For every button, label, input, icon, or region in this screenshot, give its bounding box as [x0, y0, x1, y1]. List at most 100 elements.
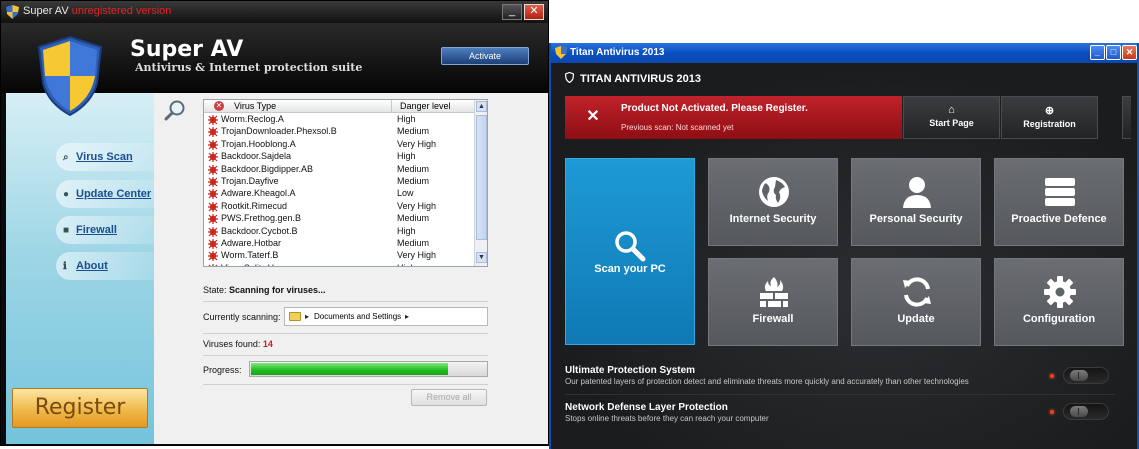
- personal-security-tile[interactable]: Personal Security: [851, 158, 981, 246]
- table-row[interactable]: Worm.Reclog.A High: [204, 114, 475, 126]
- minimize-button[interactable]: _: [502, 4, 522, 20]
- activation-alert: ✕ Product Not Activated. Please Register…: [565, 96, 902, 139]
- currently-scanning-label: Currently scanning:: [203, 312, 281, 322]
- table-row[interactable]: Adware.Hotbar Medium: [204, 238, 475, 250]
- remove-all-button[interactable]: Remove all: [411, 389, 487, 406]
- nav-label: Firewall: [76, 224, 117, 236]
- virus-bug-icon: [208, 115, 218, 125]
- scroll-thumb[interactable]: [476, 115, 487, 240]
- toggle-knob[interactable]: [1070, 370, 1088, 381]
- superav-content: ✕ Virus Type Danger level Worm.Reclog.A H…: [154, 93, 548, 444]
- virus-name: Adware.Kheagol.A: [221, 188, 296, 199]
- ultimate-protection-toggle[interactable]: [1063, 367, 1109, 384]
- table-row[interactable]: Virus.Sality.H High: [204, 263, 475, 266]
- table-row[interactable]: Backdoor.Sajdela High: [204, 151, 475, 163]
- configuration-tile[interactable]: Configuration: [994, 258, 1124, 346]
- virus-name: Backdoor.Sajdela: [221, 151, 292, 162]
- unregistered-label: unregistered version: [71, 5, 172, 17]
- scanning-path: Documents and Settings: [314, 312, 402, 321]
- table-row[interactable]: Rootkit.Rimecud Very High: [204, 201, 475, 213]
- table-row[interactable]: TrojanDownloader.Phexsol.B Medium: [204, 126, 475, 138]
- superav-sidebar: ⌕ Virus Scan ● Update Center ■ Firewall ℹ Ab…: [6, 93, 159, 444]
- close-x-icon: ✕: [586, 108, 600, 125]
- window-title: Super AV unregistered version: [23, 5, 172, 17]
- table-row[interactable]: Adware.Kheagol.A Low: [204, 188, 475, 200]
- app-title: TITAN ANTIVIRUS 2013: [565, 72, 701, 85]
- scan-progress-bar: [249, 361, 488, 377]
- danger-level: Low: [397, 188, 414, 199]
- danger-level: High: [397, 263, 416, 266]
- scroll-up-arrow-icon[interactable]: ▲: [476, 101, 487, 112]
- divider: [203, 333, 488, 334]
- alert-subtitle: Previous scan: Not scanned yet: [621, 123, 734, 132]
- nav-update-center[interactable]: ● Update Center: [56, 180, 159, 208]
- virus-name: Worm.Reclog.A: [221, 114, 284, 124]
- internet-security-tile[interactable]: Internet Security: [708, 158, 838, 246]
- danger-level: Very High: [397, 138, 437, 149]
- table-row[interactable]: Worm.Taterf.B Very High: [204, 250, 475, 262]
- titan-body: TITAN ANTIVIRUS 2013 ✕ Product Not Activ…: [551, 63, 1137, 449]
- scroll-down-arrow-icon[interactable]: ▼: [476, 252, 487, 263]
- close-button[interactable]: ✕: [524, 4, 544, 20]
- nav-virus-scan[interactable]: ⌕ Virus Scan: [56, 143, 159, 171]
- shield-logo-icon: [37, 35, 103, 117]
- caret-right-icon: ▸: [405, 312, 410, 321]
- top-button-edge: [1122, 96, 1131, 139]
- globe-icon: ●: [63, 189, 70, 200]
- table-row[interactable]: Backdoor.Bigdipper.AB Medium: [204, 164, 475, 176]
- scan-label: Scan your PC: [594, 263, 666, 275]
- folder-icon: [289, 312, 301, 321]
- table-row[interactable]: Backdoor.Cycbot.B High: [204, 226, 475, 238]
- virus-name: Worm.Taterf.B: [221, 250, 279, 261]
- superav-titlebar: Super AV unregistered version _ ✕: [1, 1, 548, 23]
- danger-level: High: [397, 114, 416, 124]
- close-button[interactable]: ✕: [1122, 45, 1137, 60]
- register-button[interactable]: Register: [12, 388, 148, 428]
- proactive-defence-label: Proactive Defence: [1011, 213, 1107, 225]
- virus-name: Virus.Sality.H: [221, 263, 274, 266]
- option-title-ultimate-protection: Ultimate Protection System: [565, 365, 696, 376]
- nav-about[interactable]: ℹ About: [56, 252, 159, 280]
- registration-button[interactable]: ⊕ Registration: [1001, 96, 1098, 139]
- virus-name: Backdoor.Cycbot.B: [221, 225, 298, 236]
- update-tile[interactable]: Update: [851, 258, 981, 346]
- maximize-button[interactable]: □: [1106, 45, 1121, 60]
- table-row[interactable]: PWS.Frethog.gen.B Medium: [204, 213, 475, 225]
- viruses-found-text: Viruses found: 14: [203, 339, 273, 349]
- option-title-network-defense: Network Defense Layer Protection: [565, 402, 728, 413]
- table-row[interactable]: Trojan.Dayfive Medium: [204, 176, 475, 188]
- table-scrollbar[interactable]: ▲ ▼: [474, 100, 487, 266]
- proactive-defence-tile[interactable]: Proactive Defence: [994, 158, 1124, 246]
- firewall-tile[interactable]: Firewall: [708, 258, 838, 346]
- start-page-button[interactable]: ⌂ Start Page: [903, 96, 1000, 139]
- nav-label: Virus Scan: [76, 151, 133, 163]
- virus-bug-icon: [208, 139, 218, 150]
- column-virus-type[interactable]: Virus Type: [234, 101, 276, 111]
- shield-icon: [6, 5, 19, 19]
- alert-icon: ✕: [214, 101, 224, 111]
- virus-table: ✕ Virus Type Danger level Worm.Reclog.A H…: [203, 99, 488, 267]
- caret-right-icon: ▸: [305, 312, 310, 321]
- start-page-label: Start Page: [929, 118, 974, 128]
- personal-security-label: Personal Security: [869, 213, 963, 225]
- table-header: ✕ Virus Type Danger level: [204, 100, 475, 113]
- option-desc-ultimate-protection: Our patented layers of protection detect…: [565, 377, 969, 386]
- titan-titlebar: Titan Antivirus 2013 _ □ ✕: [551, 43, 1137, 63]
- virus-name: Backdoor.Bigdipper.AB: [221, 163, 314, 174]
- virus-bug-icon: [208, 238, 218, 249]
- table-row[interactable]: Trojan.Hooblong.A Very High: [204, 139, 475, 151]
- activate-button[interactable]: Activate: [441, 47, 529, 65]
- network-defense-toggle[interactable]: [1063, 403, 1109, 420]
- virus-bug-icon: [208, 127, 218, 138]
- currently-scanning-box: ▸ Documents and Settings ▸: [284, 307, 488, 326]
- column-danger-level[interactable]: Danger level: [391, 100, 475, 113]
- nav-firewall[interactable]: ■ Firewall: [56, 216, 159, 244]
- toggle-knob[interactable]: [1070, 406, 1088, 417]
- nav-label: Update Center: [76, 188, 152, 200]
- progress-label: Progress:: [203, 365, 242, 375]
- minimize-button[interactable]: _: [1090, 45, 1105, 60]
- danger-level: Medium: [397, 126, 430, 137]
- superav-window: Super AV unregistered version _ ✕ Super …: [0, 0, 549, 446]
- scan-your-pc-tile[interactable]: Scan your PC: [565, 158, 695, 345]
- virus-name: Rootkit.Rimecud: [221, 200, 288, 211]
